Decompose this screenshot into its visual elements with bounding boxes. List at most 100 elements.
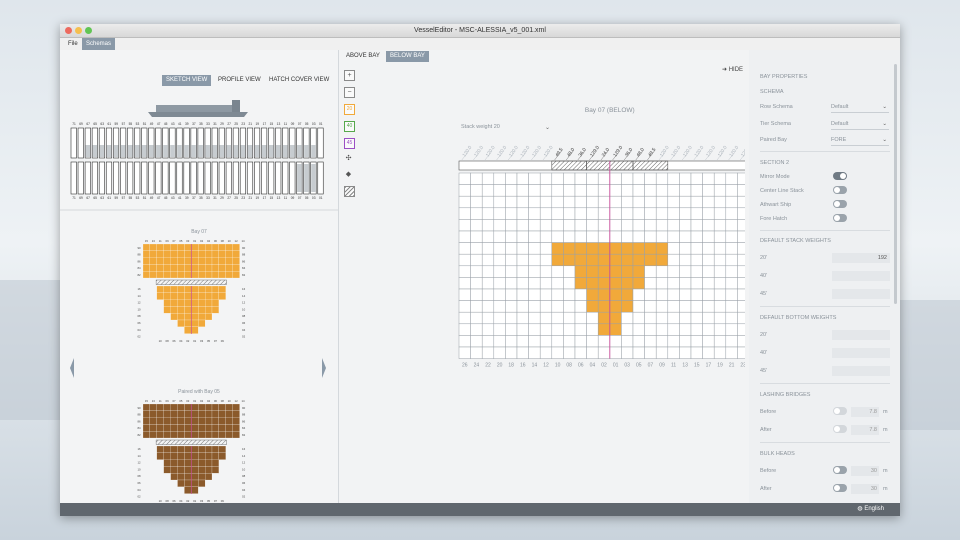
language-selector[interactable]: ◍ English xyxy=(857,505,884,512)
bay-slot[interactable] xyxy=(528,184,541,197)
bay-slot[interactable] xyxy=(609,242,622,255)
bay-slot[interactable] xyxy=(655,219,669,232)
bay-slot[interactable] xyxy=(679,335,692,348)
bay-slot[interactable] xyxy=(458,288,471,301)
bay-slot[interactable] xyxy=(679,323,692,336)
bay-slot[interactable] xyxy=(632,219,645,232)
bay-slot[interactable] xyxy=(563,300,576,313)
bay-slot[interactable] xyxy=(563,207,576,220)
bay-slot[interactable] xyxy=(551,195,564,209)
fore-hatch-toggle[interactable] xyxy=(833,214,847,222)
bay-slot[interactable] xyxy=(702,265,715,278)
bay-slot[interactable] xyxy=(493,335,506,348)
bay-slot[interactable] xyxy=(470,323,483,336)
bay-slot[interactable] xyxy=(505,242,518,255)
eraser-icon[interactable]: ◆ xyxy=(344,170,353,179)
bay-slot[interactable] xyxy=(644,300,657,313)
bay-slot[interactable] xyxy=(632,195,645,209)
bay-slot[interactable] xyxy=(574,265,587,278)
bay-slot[interactable] xyxy=(539,195,553,209)
bay-slot[interactable] xyxy=(609,311,622,325)
bay-slot[interactable] xyxy=(586,184,599,197)
bay-slot[interactable] xyxy=(725,265,738,278)
bay-slot[interactable] xyxy=(551,300,564,313)
bay-slot[interactable] xyxy=(505,207,518,220)
hide-button[interactable]: ➜ HIDE xyxy=(722,66,743,73)
bay-slot[interactable] xyxy=(655,265,669,278)
bay-slot[interactable] xyxy=(574,346,587,359)
bay-slot[interactable] xyxy=(563,219,576,232)
bay-slot[interactable] xyxy=(458,335,471,348)
bay-slot[interactable] xyxy=(597,219,611,232)
bay-slot[interactable] xyxy=(528,265,541,278)
bay-slot[interactable] xyxy=(725,335,738,348)
bay-slot[interactable] xyxy=(702,323,715,336)
bay-slot[interactable] xyxy=(574,311,587,325)
bay-slot[interactable] xyxy=(725,253,738,267)
lashing-before-toggle[interactable] xyxy=(833,407,847,415)
bay-slot[interactable] xyxy=(563,277,576,290)
bay-slot[interactable] xyxy=(563,311,576,325)
bay-slot[interactable] xyxy=(505,277,518,290)
bay-slot[interactable] xyxy=(597,346,611,359)
bay-slot[interactable] xyxy=(551,288,564,301)
bay-slot[interactable] xyxy=(516,323,529,336)
bay-slot[interactable] xyxy=(655,300,669,313)
bay-slot[interactable] xyxy=(713,311,727,325)
bay-slot[interactable] xyxy=(679,277,692,290)
bay-slot[interactable] xyxy=(679,253,692,267)
bay-slot[interactable] xyxy=(690,346,703,359)
tab-below-bay[interactable]: BELOW BAY xyxy=(386,51,429,62)
tier-schema-select[interactable]: Default ⌄ xyxy=(831,119,889,130)
bay-slot[interactable] xyxy=(516,219,529,232)
bay-slot[interactable] xyxy=(528,242,541,255)
bay-slot[interactable] xyxy=(679,242,692,255)
bay-slot[interactable] xyxy=(725,172,738,185)
bay-slot[interactable] xyxy=(470,195,483,209)
bay-slot[interactable] xyxy=(493,288,506,301)
bay-slot[interactable] xyxy=(621,230,634,243)
lashing-after-input[interactable]: 7.8 xyxy=(851,425,879,435)
bay-slot[interactable] xyxy=(586,323,599,336)
bay-slot[interactable] xyxy=(655,346,669,359)
bay-slot[interactable] xyxy=(458,265,471,278)
bay-slot[interactable] xyxy=(702,219,715,232)
bay-slot[interactable] xyxy=(516,184,529,197)
bay-slot[interactable] xyxy=(679,346,692,359)
bay-slot[interactable] xyxy=(470,172,483,185)
bay-slot[interactable] xyxy=(644,288,657,301)
bay-slot[interactable] xyxy=(586,219,599,232)
bay-slot[interactable] xyxy=(528,288,541,301)
bay-slot[interactable] xyxy=(470,277,483,290)
bottom-weight-20-input[interactable] xyxy=(832,330,890,340)
bay-slot[interactable] xyxy=(690,265,703,278)
bay-slot[interactable] xyxy=(690,253,703,267)
bay-slot[interactable] xyxy=(655,207,669,220)
bay-slot[interactable] xyxy=(597,277,611,290)
bay-slot[interactable] xyxy=(679,230,692,243)
bay-slot[interactable] xyxy=(493,184,506,197)
bay-slot[interactable] xyxy=(713,172,727,185)
bay-slot[interactable] xyxy=(609,172,622,185)
bay-slot[interactable] xyxy=(458,184,471,197)
bay-slot[interactable] xyxy=(539,311,553,325)
reefer-icon[interactable]: ✣ xyxy=(344,154,353,163)
bay-slot[interactable] xyxy=(621,207,634,220)
bay-slot[interactable] xyxy=(621,311,634,325)
paired-bay-select[interactable]: FORE ⌄ xyxy=(831,135,889,146)
bay-slot[interactable] xyxy=(725,195,738,209)
bay-slot[interactable] xyxy=(481,207,495,220)
bay-slot[interactable] xyxy=(713,265,727,278)
bay-slot[interactable] xyxy=(679,207,692,220)
bay-slot[interactable] xyxy=(725,300,738,313)
bay-slot[interactable] xyxy=(621,300,634,313)
bay-slot[interactable] xyxy=(470,300,483,313)
bay-slot[interactable] xyxy=(609,323,622,336)
bay-slot[interactable] xyxy=(563,346,576,359)
bay-slot[interactable] xyxy=(655,172,669,185)
bay-slot[interactable] xyxy=(644,253,657,267)
bay-slot[interactable] xyxy=(551,311,564,325)
bay-slot[interactable] xyxy=(702,300,715,313)
bay-slot[interactable] xyxy=(609,195,622,209)
bay-slot[interactable] xyxy=(481,300,495,313)
